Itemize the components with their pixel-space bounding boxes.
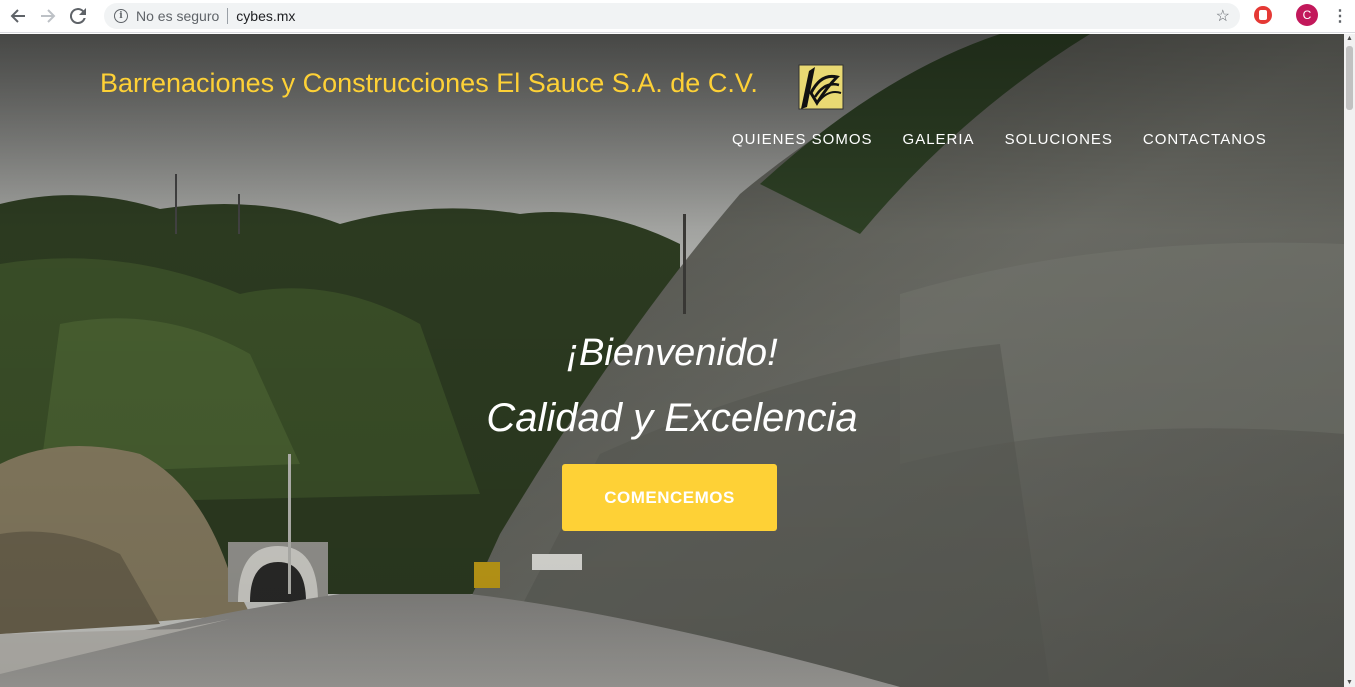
- star-icon[interactable]: ☆: [1216, 6, 1230, 26]
- hero-tagline: Calidad y Excelencia: [486, 396, 858, 440]
- scroll-thumb[interactable]: [1346, 46, 1353, 110]
- start-button[interactable]: COMENCEMOS: [562, 464, 777, 531]
- reload-icon[interactable]: [66, 4, 90, 28]
- nav-galeria[interactable]: GALERIA: [903, 131, 975, 148]
- main-nav: QUIENES SOMOS GALERIA SOLUCIONES CONTACT…: [732, 131, 1267, 148]
- page-scrollbar[interactable]: ▲ ▼: [1344, 34, 1355, 687]
- scroll-down-icon[interactable]: ▼: [1346, 679, 1353, 686]
- info-icon[interactable]: i: [114, 9, 128, 23]
- menu-dots-icon[interactable]: ⋮: [1332, 6, 1348, 26]
- back-arrow-icon[interactable]: [6, 4, 30, 28]
- url-text[interactable]: cybes.mx: [236, 8, 295, 24]
- divider: [227, 8, 229, 24]
- security-label: No es seguro: [136, 8, 220, 24]
- nav-quienes-somos[interactable]: QUIENES SOMOS: [732, 131, 873, 148]
- company-logo-icon[interactable]: [797, 63, 845, 111]
- nav-contactanos[interactable]: CONTACTANOS: [1143, 131, 1267, 148]
- hero-welcome: ¡Bienvenido!: [566, 332, 778, 374]
- profile-avatar[interactable]: C: [1296, 4, 1318, 26]
- site-brand[interactable]: Barrenaciones y Construcciones El Sauce …: [100, 68, 758, 99]
- extension-icon[interactable]: [1254, 6, 1272, 24]
- forward-arrow-icon[interactable]: [36, 4, 60, 28]
- address-bar[interactable]: i No es seguro cybes.mx ☆: [104, 3, 1240, 29]
- scroll-up-icon[interactable]: ▲: [1346, 35, 1353, 42]
- nav-soluciones[interactable]: SOLUCIONES: [1005, 131, 1113, 148]
- page-viewport: Barrenaciones y Construcciones El Sauce …: [0, 34, 1344, 687]
- browser-toolbar: i No es seguro cybes.mx ☆ C ⋮: [0, 0, 1355, 33]
